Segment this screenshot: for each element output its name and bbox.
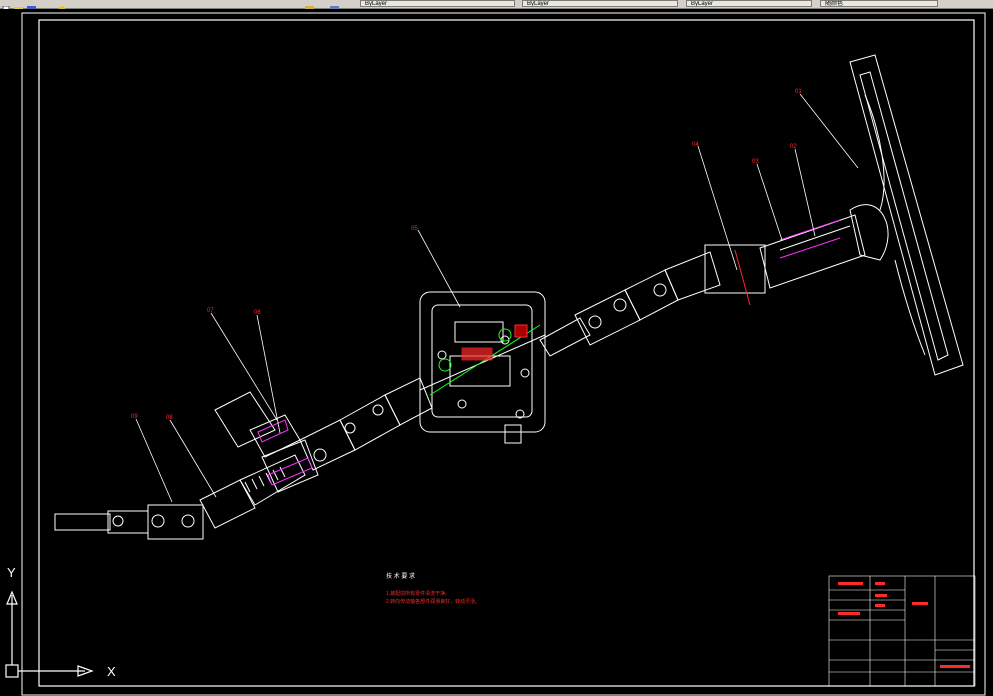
callout-04: 04 xyxy=(692,142,699,148)
bearing-bracket xyxy=(214,391,276,448)
callout-09: 09 xyxy=(131,414,138,420)
leader-lines xyxy=(135,93,859,503)
ucs-x-label: X xyxy=(107,664,116,679)
help-icon[interactable] xyxy=(58,0,67,14)
steering-assembly-drawing: 01 02 03 04 05 06 07 08 09 技 术 要 求 1.装配前… xyxy=(5,12,986,696)
plotstyle-dropdown[interactable]: 随颜色 xyxy=(820,0,938,7)
tech-note-1: 1.装配前所有零件清洗干净。 xyxy=(386,590,450,597)
callout-07: 07 xyxy=(207,308,214,314)
bolt-head xyxy=(112,515,124,527)
universal-joint-4 xyxy=(624,269,679,321)
technical-requirements: 技 术 要 求 1.装配前所有零件清洗干净。 2.转向传动轴各部件润滑良好，转动… xyxy=(386,572,480,605)
ucs-icon xyxy=(5,590,94,678)
wheel-hub xyxy=(849,204,889,261)
gearbox-output-stub xyxy=(504,424,522,444)
linetype-dropdown[interactable]: ByLayer xyxy=(522,0,678,7)
lineweight-dropdown[interactable]: ByLayer xyxy=(686,0,812,7)
output-shaft xyxy=(54,513,111,531)
column-bearing xyxy=(704,244,766,294)
callout-06: 06 xyxy=(254,310,261,316)
drawing-canvas[interactable]: 01 02 03 04 05 06 07 08 09 技 术 要 求 1.装配前… xyxy=(0,9,993,696)
sheet-inner-border xyxy=(38,19,975,687)
layer-state-icon[interactable] xyxy=(305,0,314,13)
callout-08: 08 xyxy=(166,415,173,421)
save-icon[interactable] xyxy=(27,0,36,13)
color-details xyxy=(257,219,841,486)
steering-wheel-rim xyxy=(849,54,964,376)
open-folder-icon[interactable] xyxy=(14,0,23,13)
color-dropdown[interactable]: ByLayer xyxy=(360,0,515,7)
tech-title: 技 术 要 求 xyxy=(386,572,415,580)
callout-05: 05 xyxy=(411,226,418,232)
yoke-lower xyxy=(107,510,149,534)
new-icon[interactable] xyxy=(2,0,11,14)
universal-joint-3 xyxy=(574,289,641,346)
callout-01: 01 xyxy=(795,89,802,95)
universal-joint-1 xyxy=(147,504,204,540)
sheet-outer-border xyxy=(21,12,986,696)
slip-yoke xyxy=(199,479,256,529)
cad-toolbar: ByLayer ByLayer ByLayer 随颜色 xyxy=(0,0,993,14)
ucs-y-label: Y xyxy=(7,565,16,580)
gear-section-red xyxy=(461,347,493,361)
upper-shaft xyxy=(539,317,591,357)
callout-03: 03 xyxy=(752,159,759,165)
tech-note-2: 2.转向传动轴各部件润滑良好，转动灵活。 xyxy=(386,598,480,605)
title-block xyxy=(828,575,976,687)
universal-joint-2 xyxy=(299,419,356,471)
layer-icon[interactable] xyxy=(330,0,339,13)
shaft-tube-mid xyxy=(384,377,433,426)
callout-02: 02 xyxy=(790,144,797,150)
